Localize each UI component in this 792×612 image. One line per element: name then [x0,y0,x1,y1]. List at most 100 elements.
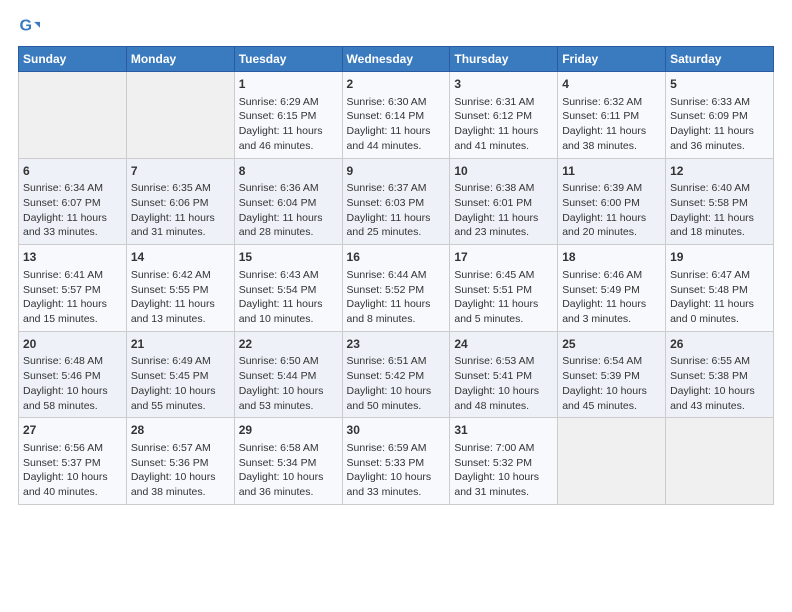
daylight-text: Daylight: 11 hours and 41 minutes. [454,124,553,153]
calendar-cell: 15Sunrise: 6:43 AMSunset: 5:54 PMDayligh… [234,245,342,332]
daylight-text: Daylight: 11 hours and 25 minutes. [347,211,446,240]
sunrise-text: Sunrise: 6:47 AM [670,268,769,283]
sunrise-text: Sunrise: 6:41 AM [23,268,122,283]
calendar-week-2: 6Sunrise: 6:34 AMSunset: 6:07 PMDaylight… [19,158,774,245]
day-number: 24 [454,336,553,353]
calendar-cell: 16Sunrise: 6:44 AMSunset: 5:52 PMDayligh… [342,245,450,332]
sunrise-text: Sunrise: 6:55 AM [670,354,769,369]
calendar-cell: 29Sunrise: 6:58 AMSunset: 5:34 PMDayligh… [234,418,342,505]
calendar-cell: 26Sunrise: 6:55 AMSunset: 5:38 PMDayligh… [666,331,774,418]
sunset-text: Sunset: 5:58 PM [670,196,769,211]
sunrise-text: Sunrise: 6:30 AM [347,95,446,110]
calendar-cell: 28Sunrise: 6:57 AMSunset: 5:36 PMDayligh… [126,418,234,505]
sunset-text: Sunset: 6:11 PM [562,109,661,124]
sunrise-text: Sunrise: 6:33 AM [670,95,769,110]
day-number: 26 [670,336,769,353]
day-number: 20 [23,336,122,353]
sunrise-text: Sunrise: 7:00 AM [454,441,553,456]
sunrise-text: Sunrise: 6:39 AM [562,181,661,196]
day-number: 11 [562,163,661,180]
calendar-cell: 5 Sunrise: 6:33 AMSunset: 6:09 PMDaylight… [666,72,774,159]
calendar-cell: 27 Sunrise: 6:56 AMSunset: 5:37 PMDayligh… [19,418,127,505]
calendar-cell: 31Sunrise: 7:00 AMSunset: 5:32 PMDayligh… [450,418,558,505]
sunrise-text: Sunrise: 6:45 AM [454,268,553,283]
sunset-text: Sunset: 5:54 PM [239,283,338,298]
day-number: 14 [131,249,230,266]
daylight-text: Daylight: 10 hours and 53 minutes. [239,384,338,413]
sunset-text: Sunset: 6:14 PM [347,109,446,124]
day-number: 4 [562,76,661,93]
logo: G [18,16,44,38]
sunrise-text: Sunrise: 6:56 AM [23,441,122,456]
sunrise-text: Sunrise: 6:54 AM [562,354,661,369]
daylight-text: Daylight: 10 hours and 38 minutes. [131,470,230,499]
sunrise-text: Sunrise: 6:35 AM [131,181,230,196]
daylight-text: Daylight: 11 hours and 28 minutes. [239,211,338,240]
calendar-cell: 13Sunrise: 6:41 AMSunset: 5:57 PMDayligh… [19,245,127,332]
sunrise-text: Sunrise: 6:34 AM [23,181,122,196]
daylight-text: Daylight: 11 hours and 31 minutes. [131,211,230,240]
day-number: 5 [670,76,769,93]
calendar-cell [126,72,234,159]
calendar-cell [666,418,774,505]
sunset-text: Sunset: 6:07 PM [23,196,122,211]
svg-text:G: G [19,17,32,35]
sunset-text: Sunset: 5:36 PM [131,456,230,471]
calendar-cell: 23Sunrise: 6:51 AMSunset: 5:42 PMDayligh… [342,331,450,418]
header-day-saturday: Saturday [666,47,774,72]
calendar-cell [19,72,127,159]
daylight-text: Daylight: 10 hours and 55 minutes. [131,384,230,413]
daylight-text: Daylight: 10 hours and 33 minutes. [347,470,446,499]
daylight-text: Daylight: 11 hours and 44 minutes. [347,124,446,153]
sunrise-text: Sunrise: 6:31 AM [454,95,553,110]
calendar-cell: 17Sunrise: 6:45 AMSunset: 5:51 PMDayligh… [450,245,558,332]
day-number: 19 [670,249,769,266]
sunrise-text: Sunrise: 6:59 AM [347,441,446,456]
sunset-text: Sunset: 5:51 PM [454,283,553,298]
header-day-friday: Friday [558,47,666,72]
sunrise-text: Sunrise: 6:29 AM [239,95,338,110]
calendar-cell: 24Sunrise: 6:53 AMSunset: 5:41 PMDayligh… [450,331,558,418]
sunrise-text: Sunrise: 6:40 AM [670,181,769,196]
day-number: 15 [239,249,338,266]
sunset-text: Sunset: 5:33 PM [347,456,446,471]
sunset-text: Sunset: 5:44 PM [239,369,338,384]
sunrise-text: Sunrise: 6:49 AM [131,354,230,369]
calendar-cell: 19Sunrise: 6:47 AMSunset: 5:48 PMDayligh… [666,245,774,332]
daylight-text: Daylight: 11 hours and 36 minutes. [670,124,769,153]
calendar-cell [558,418,666,505]
calendar-cell: 18Sunrise: 6:46 AMSunset: 5:49 PMDayligh… [558,245,666,332]
daylight-text: Daylight: 11 hours and 33 minutes. [23,211,122,240]
day-number: 9 [347,163,446,180]
sunset-text: Sunset: 6:09 PM [670,109,769,124]
calendar-week-4: 20Sunrise: 6:48 AMSunset: 5:46 PMDayligh… [19,331,774,418]
sunrise-text: Sunrise: 6:50 AM [239,354,338,369]
daylight-text: Daylight: 10 hours and 58 minutes. [23,384,122,413]
calendar-cell: 4Sunrise: 6:32 AMSunset: 6:11 PMDaylight… [558,72,666,159]
day-number: 27 [23,422,122,439]
sunrise-text: Sunrise: 6:58 AM [239,441,338,456]
daylight-text: Daylight: 11 hours and 8 minutes. [347,297,446,326]
sunrise-text: Sunrise: 6:57 AM [131,441,230,456]
calendar-cell: 22Sunrise: 6:50 AMSunset: 5:44 PMDayligh… [234,331,342,418]
daylight-text: Daylight: 11 hours and 5 minutes. [454,297,553,326]
day-number: 8 [239,163,338,180]
sunset-text: Sunset: 5:57 PM [23,283,122,298]
sunrise-text: Sunrise: 6:44 AM [347,268,446,283]
sunset-text: Sunset: 5:34 PM [239,456,338,471]
calendar-cell: 21Sunrise: 6:49 AMSunset: 5:45 PMDayligh… [126,331,234,418]
sunset-text: Sunset: 6:00 PM [562,196,661,211]
daylight-text: Daylight: 10 hours and 40 minutes. [23,470,122,499]
calendar-cell: 6Sunrise: 6:34 AMSunset: 6:07 PMDaylight… [19,158,127,245]
page: G SundayMondayTuesdayWednesdayThursdayFr… [0,0,792,612]
day-number: 25 [562,336,661,353]
sunset-text: Sunset: 5:45 PM [131,369,230,384]
calendar-cell: 8Sunrise: 6:36 AMSunset: 6:04 PMDaylight… [234,158,342,245]
sunset-text: Sunset: 5:37 PM [23,456,122,471]
sunrise-text: Sunrise: 6:43 AM [239,268,338,283]
daylight-text: Daylight: 11 hours and 20 minutes. [562,211,661,240]
sunset-text: Sunset: 6:01 PM [454,196,553,211]
day-number: 16 [347,249,446,266]
sunset-text: Sunset: 6:06 PM [131,196,230,211]
header-day-sunday: Sunday [19,47,127,72]
